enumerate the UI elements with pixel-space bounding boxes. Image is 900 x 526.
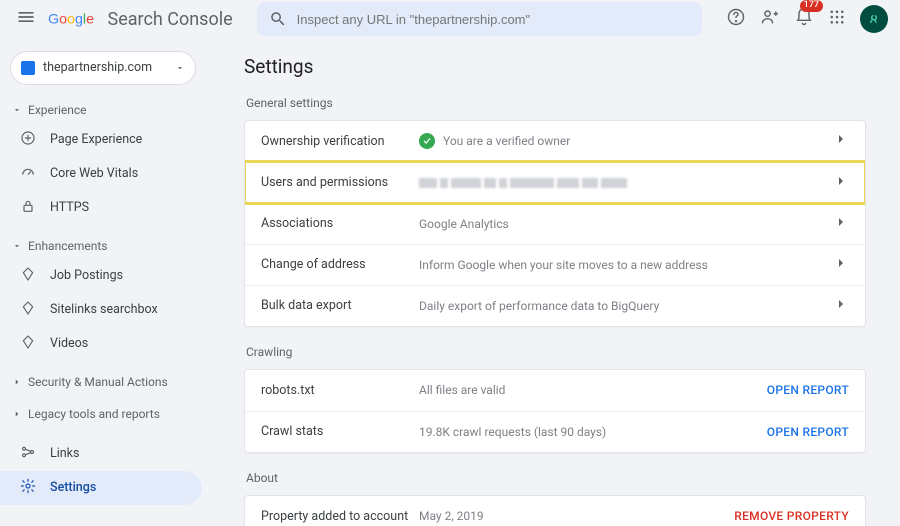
sidebar-item-videos[interactable]: Videos [0, 327, 202, 361]
apps-grid-icon[interactable] [828, 8, 846, 30]
section-label: General settings [246, 96, 866, 110]
row-label: robots.txt [261, 383, 419, 398]
sidebar-item-https[interactable]: HTTPS [0, 191, 202, 225]
row-description: May 2, 2019 [419, 509, 734, 523]
property-selector[interactable]: thepartnership.com [10, 51, 196, 85]
chevron-down-icon [175, 63, 185, 73]
people-icon[interactable] [760, 7, 780, 31]
gauge-icon [20, 164, 36, 184]
sidebar-group-collapsed[interactable]: Legacy tools and reports [0, 401, 202, 427]
chevron-right-icon [833, 173, 849, 193]
row-description: Inform Google when your site moves to a … [419, 258, 833, 272]
hamburger-menu-icon[interactable] [12, 3, 40, 35]
notifications-icon[interactable]: 177 [794, 7, 814, 31]
row-label: Ownership verification [261, 134, 419, 149]
row-label: Associations [261, 216, 419, 231]
row-action-robots[interactable]: OPEN REPORT [767, 383, 849, 397]
chevron-right-icon [833, 296, 849, 316]
lock-icon [20, 198, 36, 218]
sidebar-item-core-web-vitals[interactable]: Core Web Vitals [0, 157, 202, 191]
sidebar-item-label: Links [50, 446, 79, 461]
settings-row-ownership[interactable]: Ownership verificationYou are a verified… [245, 121, 865, 162]
google-logo[interactable]: Google Search Console [48, 9, 233, 30]
chevron-right-icon [833, 255, 849, 275]
sidebar-item-page-experience[interactable]: Page Experience [0, 123, 202, 157]
sidebar-item-sitelinks-searchbox[interactable]: Sitelinks searchbox [0, 293, 202, 327]
row-action-propadded[interactable]: REMOVE PROPERTY [734, 509, 849, 523]
url-inspect-input[interactable] [297, 12, 690, 27]
property-name: thepartnership.com [43, 60, 167, 75]
main-content: Settings General settings Ownership verif… [210, 39, 900, 526]
page-title: Settings [244, 55, 866, 78]
chevron-right-icon [833, 214, 849, 234]
sidebar-item-settings[interactable]: Settings [0, 471, 202, 505]
sidebar-item-label: Job Postings [50, 268, 123, 283]
google-logo-icon: Google [48, 10, 104, 28]
row-label: Bulk data export [261, 298, 419, 313]
row-label: Property added to account [261, 509, 419, 524]
settings-row-crawlstats[interactable]: Crawl stats19.8K crawl requests (last 90… [245, 411, 865, 452]
diamond-icon [20, 266, 36, 286]
search-icon [269, 10, 287, 28]
graph-icon [20, 444, 36, 464]
check-icon [419, 133, 435, 149]
sidebar-item-links[interactable]: Links [0, 437, 202, 471]
svg-text:Google: Google [48, 12, 94, 28]
settings-row-users[interactable]: Users and permissions [245, 162, 865, 203]
settings-card: robots.txtAll files are validOPEN REPORT… [244, 369, 866, 453]
gear-icon [20, 478, 36, 498]
plus-circle-icon [20, 130, 36, 150]
sidebar: thepartnership.com Experience Page Experi… [0, 39, 210, 526]
settings-card: Property added to accountMay 2, 2019REMO… [244, 495, 866, 526]
row-description: All files are valid [419, 383, 767, 397]
property-favicon-icon [21, 61, 35, 75]
sidebar-group-collapsed[interactable]: Security & Manual Actions [0, 369, 202, 395]
url-inspect-search[interactable] [257, 2, 702, 36]
settings-row-coa[interactable]: Change of addressInform Google when your… [245, 244, 865, 285]
sidebar-group-header[interactable]: Enhancements [0, 233, 202, 259]
sidebar-item-label: Core Web Vitals [50, 166, 138, 181]
sidebar-item-job-postings[interactable]: Job Postings [0, 259, 202, 293]
settings-row-bulk[interactable]: Bulk data exportDaily export of performa… [245, 285, 865, 326]
sidebar-item-label: HTTPS [50, 200, 89, 215]
settings-row-robots[interactable]: robots.txtAll files are validOPEN REPORT [245, 370, 865, 411]
redacted-text [419, 178, 627, 188]
notif-badge: 177 [800, 0, 823, 12]
sidebar-item-label: Videos [50, 336, 88, 351]
settings-card: Ownership verificationYou are a verified… [244, 120, 866, 327]
section-label: About [246, 471, 866, 485]
help-icon[interactable] [726, 7, 746, 31]
row-action-crawlstats[interactable]: OPEN REPORT [767, 425, 849, 439]
row-label: Change of address [261, 257, 419, 272]
row-description: Google Analytics [419, 217, 833, 231]
sidebar-group-header[interactable]: Experience [0, 97, 202, 123]
app-header: Google Search Console 177 [0, 0, 900, 39]
section-label: Crawling [246, 345, 866, 359]
row-label: Users and permissions [261, 175, 419, 190]
diamond-icon [20, 334, 36, 354]
sidebar-item-label: Sitelinks searchbox [50, 302, 158, 317]
settings-row-assoc[interactable]: AssociationsGoogle Analytics [245, 203, 865, 244]
sidebar-item-label: Page Experience [50, 132, 142, 147]
settings-row-propadded[interactable]: Property added to accountMay 2, 2019REMO… [245, 496, 865, 526]
diamond-icon [20, 300, 36, 320]
row-description: Daily export of performance data to BigQ… [419, 299, 833, 313]
row-description: 19.8K crawl requests (last 90 days) [419, 425, 767, 439]
sidebar-item-label: Settings [50, 480, 96, 495]
chevron-right-icon [833, 131, 849, 151]
row-label: Crawl stats [261, 424, 419, 439]
account-avatar[interactable] [860, 5, 888, 33]
product-name: Search Console [108, 9, 233, 30]
row-description: You are a verified owner [419, 133, 833, 149]
row-description [419, 178, 833, 188]
sidebar-item-submit-feedback[interactable]: Submit feedback [0, 517, 202, 526]
